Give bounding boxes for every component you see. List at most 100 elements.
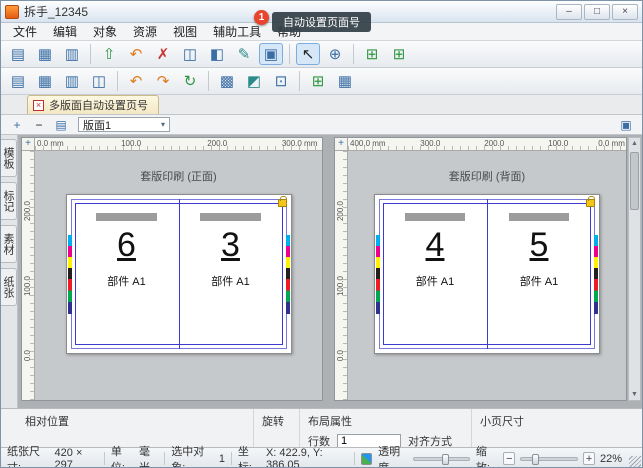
color-bar-icon	[68, 235, 72, 314]
auto-page-number-button[interactable]: ▣	[259, 43, 283, 65]
preview-front-button[interactable]: ▥	[60, 70, 84, 92]
sidebar-tab-material[interactable]: 素材	[1, 225, 17, 263]
page-cell[interactable]: 3 部件 A1	[179, 203, 283, 345]
menu-item-edit[interactable]: 编辑	[45, 22, 85, 41]
add-component-button[interactable]: ⊞	[306, 70, 330, 92]
zoom-slider[interactable]	[520, 457, 578, 461]
save-layout-button[interactable]: ▦	[33, 43, 57, 65]
zoom-tool-button[interactable]: ⊕	[323, 43, 347, 65]
inspect-button[interactable]: ⊡	[269, 70, 293, 92]
view-back-canvas[interactable]: 套版印刷 (背面) 4 部件 A1	[348, 151, 626, 400]
opacity-slider[interactable]	[413, 457, 470, 461]
scroll-down-icon[interactable]: ▼	[629, 389, 640, 400]
import-button[interactable]: ⇧	[97, 43, 121, 65]
preview-back-button[interactable]: ◫	[87, 70, 111, 92]
ruler-label: 200.0	[207, 139, 227, 148]
page-cell[interactable]: 6 部件 A1	[75, 203, 179, 345]
document-tab[interactable]: × 多版面自动设置页号	[27, 95, 159, 114]
add-template-button[interactable]: ⊞	[387, 43, 411, 65]
component-button[interactable]: ◩	[242, 70, 266, 92]
sidebar-tab-template[interactable]: 模板	[1, 139, 17, 177]
grayscale-bar	[200, 213, 260, 221]
panel-rotation: 旋转	[253, 409, 299, 447]
color-bar-icon	[376, 235, 380, 314]
chevron-down-icon: ▾	[161, 120, 165, 129]
layout-grid-button[interactable]: ▦	[333, 70, 357, 92]
page-number: 3	[221, 228, 240, 264]
undo-edit-button[interactable]: ↶	[124, 70, 148, 92]
page-cell[interactable]: 5 部件 A1	[487, 203, 591, 345]
view-caption: 套版印刷 (背面)	[348, 168, 626, 184]
scrollbar-thumb[interactable]	[630, 152, 639, 210]
ruler-label: 100.0	[336, 276, 345, 296]
zoom-in-button[interactable]: +	[583, 452, 595, 465]
transparency-icon	[361, 453, 372, 465]
toolbar-separator	[299, 71, 300, 91]
ruler-label: 0.0 mm	[37, 139, 64, 148]
columns-button[interactable]: ◫	[178, 43, 202, 65]
add-sheet-button[interactable]: +	[8, 117, 26, 133]
ruler-label: 100.0	[548, 139, 568, 148]
coordinates-label: 坐标:	[238, 443, 260, 468]
imposition-sheet-front[interactable]: 6 部件 A1 3 部件 A1	[66, 194, 292, 354]
menu-item-file[interactable]: 文件	[5, 22, 45, 41]
menu-item-view[interactable]: 视图	[165, 22, 205, 41]
fit-screen-button[interactable]: ▣	[617, 117, 635, 133]
zoom-value: 22%	[600, 453, 622, 465]
add-grid-button[interactable]: ⊞	[360, 43, 384, 65]
sheet-page-icon[interactable]: ▤	[52, 117, 70, 133]
maximize-button[interactable]: □	[584, 4, 610, 20]
page-cell[interactable]: 4 部件 A1	[383, 203, 487, 345]
panel-title: 相对位置	[25, 413, 245, 429]
panels-button[interactable]: ◧	[205, 43, 229, 65]
page-part-label: 部件 A1	[211, 273, 250, 289]
redo-edit-button[interactable]: ↷	[151, 70, 175, 92]
remove-sheet-button[interactable]: −	[30, 117, 48, 133]
menu-item-resource[interactable]: 资源	[125, 22, 165, 41]
ruler-label: 200.0	[23, 201, 32, 221]
view-caption: 套版印刷 (正面)	[35, 168, 322, 184]
new-layout-button[interactable]: ▤	[6, 43, 30, 65]
toolbar-separator	[90, 44, 91, 64]
opacity-slider-thumb[interactable]	[442, 454, 449, 465]
sidebar-tab-paper[interactable]: 纸张	[1, 268, 17, 306]
zoom-slider-thumb[interactable]	[532, 454, 539, 465]
selected-objects-value: 1	[219, 453, 225, 465]
scroll-up-icon[interactable]: ▲	[629, 138, 640, 149]
save-page-button[interactable]: ▦	[33, 70, 57, 92]
layout-combobox[interactable]: 版面1 ▾	[78, 117, 170, 132]
select-tool-button[interactable]: ↖	[296, 43, 320, 65]
callout-tooltip: 自动设置页面号	[272, 12, 371, 32]
resize-grip[interactable]	[629, 456, 641, 468]
panel-title: 小页尺寸	[480, 413, 634, 429]
page-part-label: 部件 A1	[107, 273, 146, 289]
new-page-button[interactable]: ▤	[6, 70, 30, 92]
minimize-button[interactable]: –	[556, 4, 582, 20]
grid-view-button[interactable]: ▩	[215, 70, 239, 92]
page-part-label: 部件 A1	[416, 273, 455, 289]
menu-item-object[interactable]: 对象	[85, 22, 125, 41]
ruler-horizontal: 0.0 mm 100.0 200.0 300.0 mm	[35, 138, 322, 151]
toolbar-separator	[353, 44, 354, 64]
tab-close-icon[interactable]: ×	[33, 100, 44, 111]
crosshair-icon[interactable]: +	[22, 138, 35, 151]
document-tab-bar: × 多版面自动设置页号	[1, 95, 642, 115]
zoom-label: 缩放:	[476, 443, 499, 468]
crosshair-icon[interactable]: +	[335, 138, 348, 151]
app-window: 拆手_12345 – □ × 文件 编辑 对象 资源 视图 辅助工具 帮助 1 …	[0, 0, 643, 468]
imposition-sheet-back[interactable]: 4 部件 A1 5 部件 A1	[374, 194, 600, 354]
ruler-label: 200.0	[336, 201, 345, 221]
vertical-scrollbar[interactable]: ▲ ▼	[628, 137, 641, 401]
delete-button[interactable]: ✗	[151, 43, 175, 65]
edit-page-button[interactable]: ✎	[232, 43, 256, 65]
undo-button[interactable]: ↶	[124, 43, 148, 65]
refresh-button[interactable]: ↻	[178, 70, 202, 92]
close-button[interactable]: ×	[612, 4, 638, 20]
panel-relative-position: 相对位置	[1, 409, 253, 447]
sidebar-tab-marks[interactable]: 标记	[1, 182, 17, 220]
export-layout-button[interactable]: ▥	[60, 43, 84, 65]
zoom-out-button[interactable]: −	[503, 452, 515, 465]
view-front-canvas[interactable]: 套版印刷 (正面) 6 部件 A1	[35, 151, 322, 400]
panel-page-size: 小页尺寸	[471, 409, 642, 447]
color-bar-icon	[286, 235, 290, 314]
